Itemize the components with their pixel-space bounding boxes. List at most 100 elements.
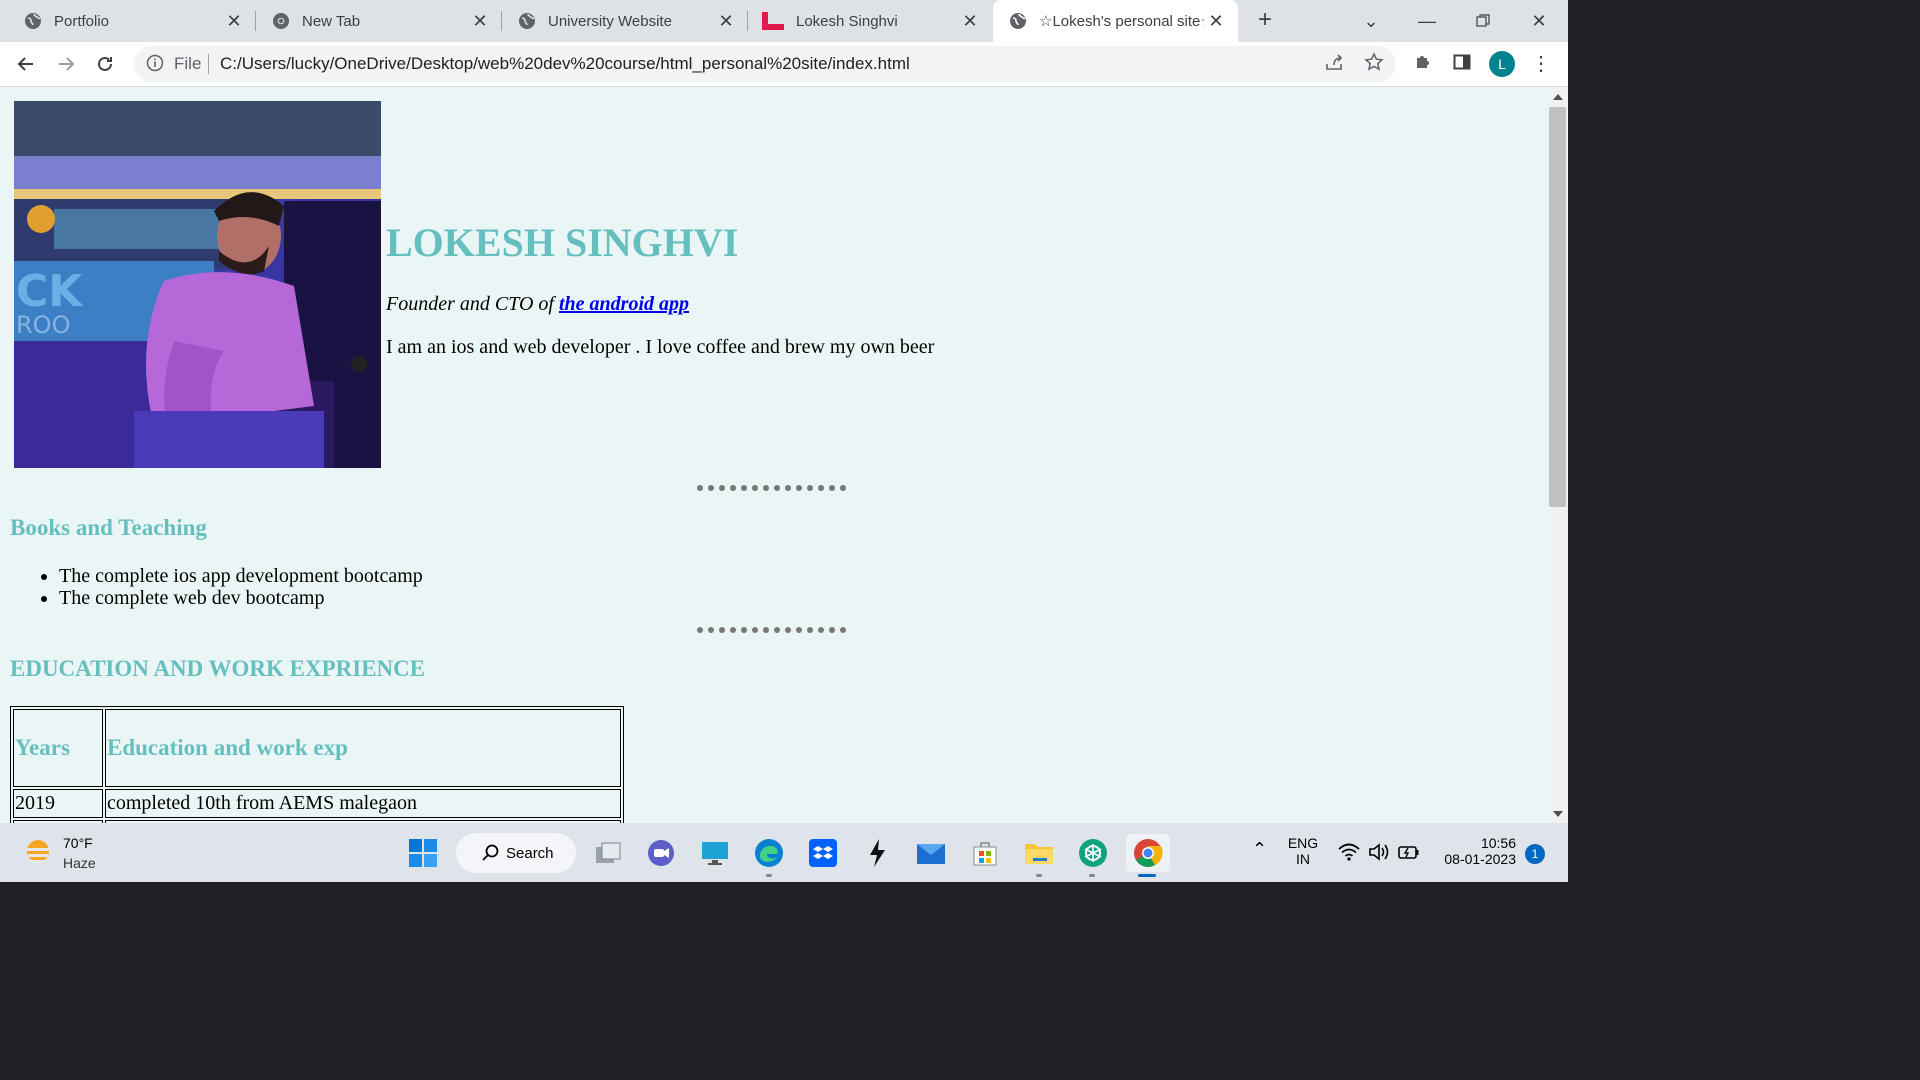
globe-icon bbox=[1010, 13, 1026, 29]
address-divider bbox=[208, 54, 209, 74]
wifi-icon[interactable] bbox=[1338, 843, 1360, 864]
list-item: The complete ios app development bootcam… bbox=[59, 565, 423, 587]
tab-university-website[interactable]: University Website ✕ bbox=[502, 0, 748, 42]
side-panel-icon[interactable] bbox=[1450, 52, 1474, 76]
scheme-label: File bbox=[174, 54, 202, 73]
close-window-icon[interactable]: ✕ bbox=[1526, 8, 1552, 34]
dotted-divider bbox=[697, 485, 857, 493]
svg-text:CK: CK bbox=[16, 266, 84, 317]
running-indicator bbox=[1036, 874, 1042, 877]
close-tab-icon[interactable]: ✕ bbox=[716, 11, 736, 31]
lightning-app-icon[interactable] bbox=[858, 834, 896, 872]
chevron-up-icon[interactable]: ⌃ bbox=[1252, 839, 1267, 860]
tab-title: Lokesh Singhvi bbox=[796, 12, 898, 30]
tab-search-icon[interactable]: ⌄ bbox=[1358, 8, 1384, 34]
running-indicator bbox=[1089, 874, 1095, 877]
svg-text:ROO: ROO bbox=[16, 311, 70, 339]
language-indicator[interactable]: ENG IN bbox=[1286, 835, 1320, 867]
founder-prefix: Founder and CTO of bbox=[386, 293, 559, 315]
globe-icon bbox=[25, 13, 41, 29]
active-indicator bbox=[1138, 874, 1156, 877]
table-header-row: Years Education and work exp bbox=[13, 709, 621, 787]
table-row: 2019 completed 10th from AEMS malegaon bbox=[13, 789, 621, 818]
table-header-education: Education and work exp bbox=[105, 709, 621, 787]
bookmark-star-icon[interactable] bbox=[1362, 52, 1386, 76]
search-label: Search bbox=[506, 844, 554, 862]
haze-weather-icon[interactable] bbox=[22, 836, 54, 868]
tab-title: ☆Lokesh's personal site☆ bbox=[1039, 13, 1204, 30]
file-explorer-icon[interactable] bbox=[1020, 834, 1058, 872]
tab-title: Portfolio bbox=[54, 12, 110, 30]
mail-icon[interactable] bbox=[912, 834, 950, 872]
search-icon bbox=[482, 844, 499, 861]
scroll-up-arrow-icon[interactable] bbox=[1553, 94, 1563, 100]
table-header-years: Years bbox=[13, 709, 103, 787]
globe-icon bbox=[519, 13, 535, 29]
education-table: Years Education and work exp 2019 comple… bbox=[10, 706, 624, 823]
windows-start-icon[interactable] bbox=[404, 834, 442, 872]
reload-icon[interactable] bbox=[93, 52, 117, 76]
founder-line: Founder and CTO of the android app bbox=[386, 293, 689, 316]
region-code: IN bbox=[1296, 851, 1310, 867]
books-heading: Books and Teaching bbox=[10, 515, 207, 540]
language-code: ENG bbox=[1287, 835, 1319, 851]
page-viewport: CK ROO LOKESH SINGHVI Founder and CTO of… bbox=[0, 87, 1548, 823]
minimize-icon[interactable]: — bbox=[1414, 8, 1440, 34]
volume-icon[interactable] bbox=[1368, 843, 1390, 864]
close-tab-icon[interactable]: ✕ bbox=[960, 11, 980, 31]
scroll-thumb[interactable] bbox=[1549, 107, 1566, 507]
microsoft-store-icon[interactable] bbox=[966, 834, 1004, 872]
battery-icon[interactable] bbox=[1398, 843, 1420, 864]
more-menu-icon[interactable]: ⋮ bbox=[1529, 52, 1553, 76]
android-app-link[interactable]: the android app bbox=[559, 293, 689, 315]
table-cell: 2019 bbox=[13, 789, 103, 818]
weather-condition: Haze bbox=[63, 855, 96, 871]
url-text[interactable]: C:/Users/lucky/OneDrive/Desktop/web%20de… bbox=[220, 54, 910, 74]
chrome-icon bbox=[273, 13, 289, 29]
education-heading: EDUCATION AND WORK EXPRIENCE bbox=[10, 656, 426, 681]
page-scrollbar[interactable] bbox=[1548, 87, 1568, 823]
extensions-puzzle-icon[interactable] bbox=[1411, 52, 1435, 76]
close-tab-icon[interactable]: ✕ bbox=[470, 11, 490, 31]
back-arrow-icon[interactable] bbox=[14, 52, 38, 76]
dotted-divider bbox=[697, 627, 857, 635]
profile-photo: CK ROO bbox=[14, 101, 381, 468]
edge-browser-icon[interactable] bbox=[750, 834, 788, 872]
table-cell: completed 10th from AEMS malegaon bbox=[105, 789, 621, 818]
browser-toolbar: File C:/Users/lucky/OneDrive/Desktop/web… bbox=[0, 42, 1568, 87]
tab-portfolio[interactable]: Portfolio ✕ bbox=[0, 0, 256, 42]
scroll-down-arrow-icon[interactable] bbox=[1553, 811, 1563, 817]
task-view-icon[interactable] bbox=[589, 834, 627, 872]
dropbox-icon[interactable] bbox=[804, 834, 842, 872]
clock-time: 10:56 bbox=[1480, 835, 1516, 851]
clock[interactable]: 10:56 08-01-2023 bbox=[1432, 835, 1516, 867]
profile-avatar[interactable]: L bbox=[1489, 51, 1515, 77]
tab-title: New Tab bbox=[302, 12, 361, 30]
chatgpt-app-icon[interactable] bbox=[1074, 834, 1112, 872]
taskbar-search[interactable]: Search bbox=[456, 833, 576, 873]
windows-taskbar: 70°F Haze Search ⌃ ENG IN 10:56 08-01-20… bbox=[0, 823, 1568, 882]
forward-arrow-icon[interactable] bbox=[54, 52, 78, 76]
close-tab-icon[interactable]: ✕ bbox=[1206, 11, 1226, 31]
chrome-taskbar-icon[interactable] bbox=[1126, 834, 1170, 872]
info-icon[interactable] bbox=[146, 54, 164, 72]
tab-new-tab[interactable]: New Tab ✕ bbox=[256, 0, 502, 42]
tab-title: University Website bbox=[548, 12, 672, 30]
bio-text: I am an ios and web developer . I love c… bbox=[386, 336, 935, 358]
clock-date: 08-01-2023 bbox=[1444, 851, 1516, 867]
l-logo-icon bbox=[762, 12, 784, 30]
share-icon[interactable] bbox=[1322, 52, 1346, 76]
tab-lokesh-singhvi[interactable]: Lokesh Singhvi ✕ bbox=[748, 0, 992, 42]
weather-temp: 70°F bbox=[63, 835, 93, 851]
page-title: LOKESH SINGHVI bbox=[386, 220, 739, 265]
tab-personal-site[interactable]: ☆Lokesh's personal site☆ ✕ bbox=[993, 0, 1238, 42]
restore-icon[interactable] bbox=[1470, 8, 1496, 34]
new-tab-button[interactable]: + bbox=[1252, 8, 1278, 34]
close-tab-icon[interactable]: ✕ bbox=[224, 11, 244, 31]
running-indicator bbox=[766, 874, 772, 877]
teams-chat-icon[interactable] bbox=[642, 834, 680, 872]
address-bar[interactable]: File C:/Users/lucky/OneDrive/Desktop/web… bbox=[134, 46, 1396, 82]
books-list: The complete ios app development bootcam… bbox=[20, 565, 423, 609]
notification-badge[interactable]: 1 bbox=[1525, 844, 1545, 864]
desktop-app-icon[interactable] bbox=[696, 834, 734, 872]
